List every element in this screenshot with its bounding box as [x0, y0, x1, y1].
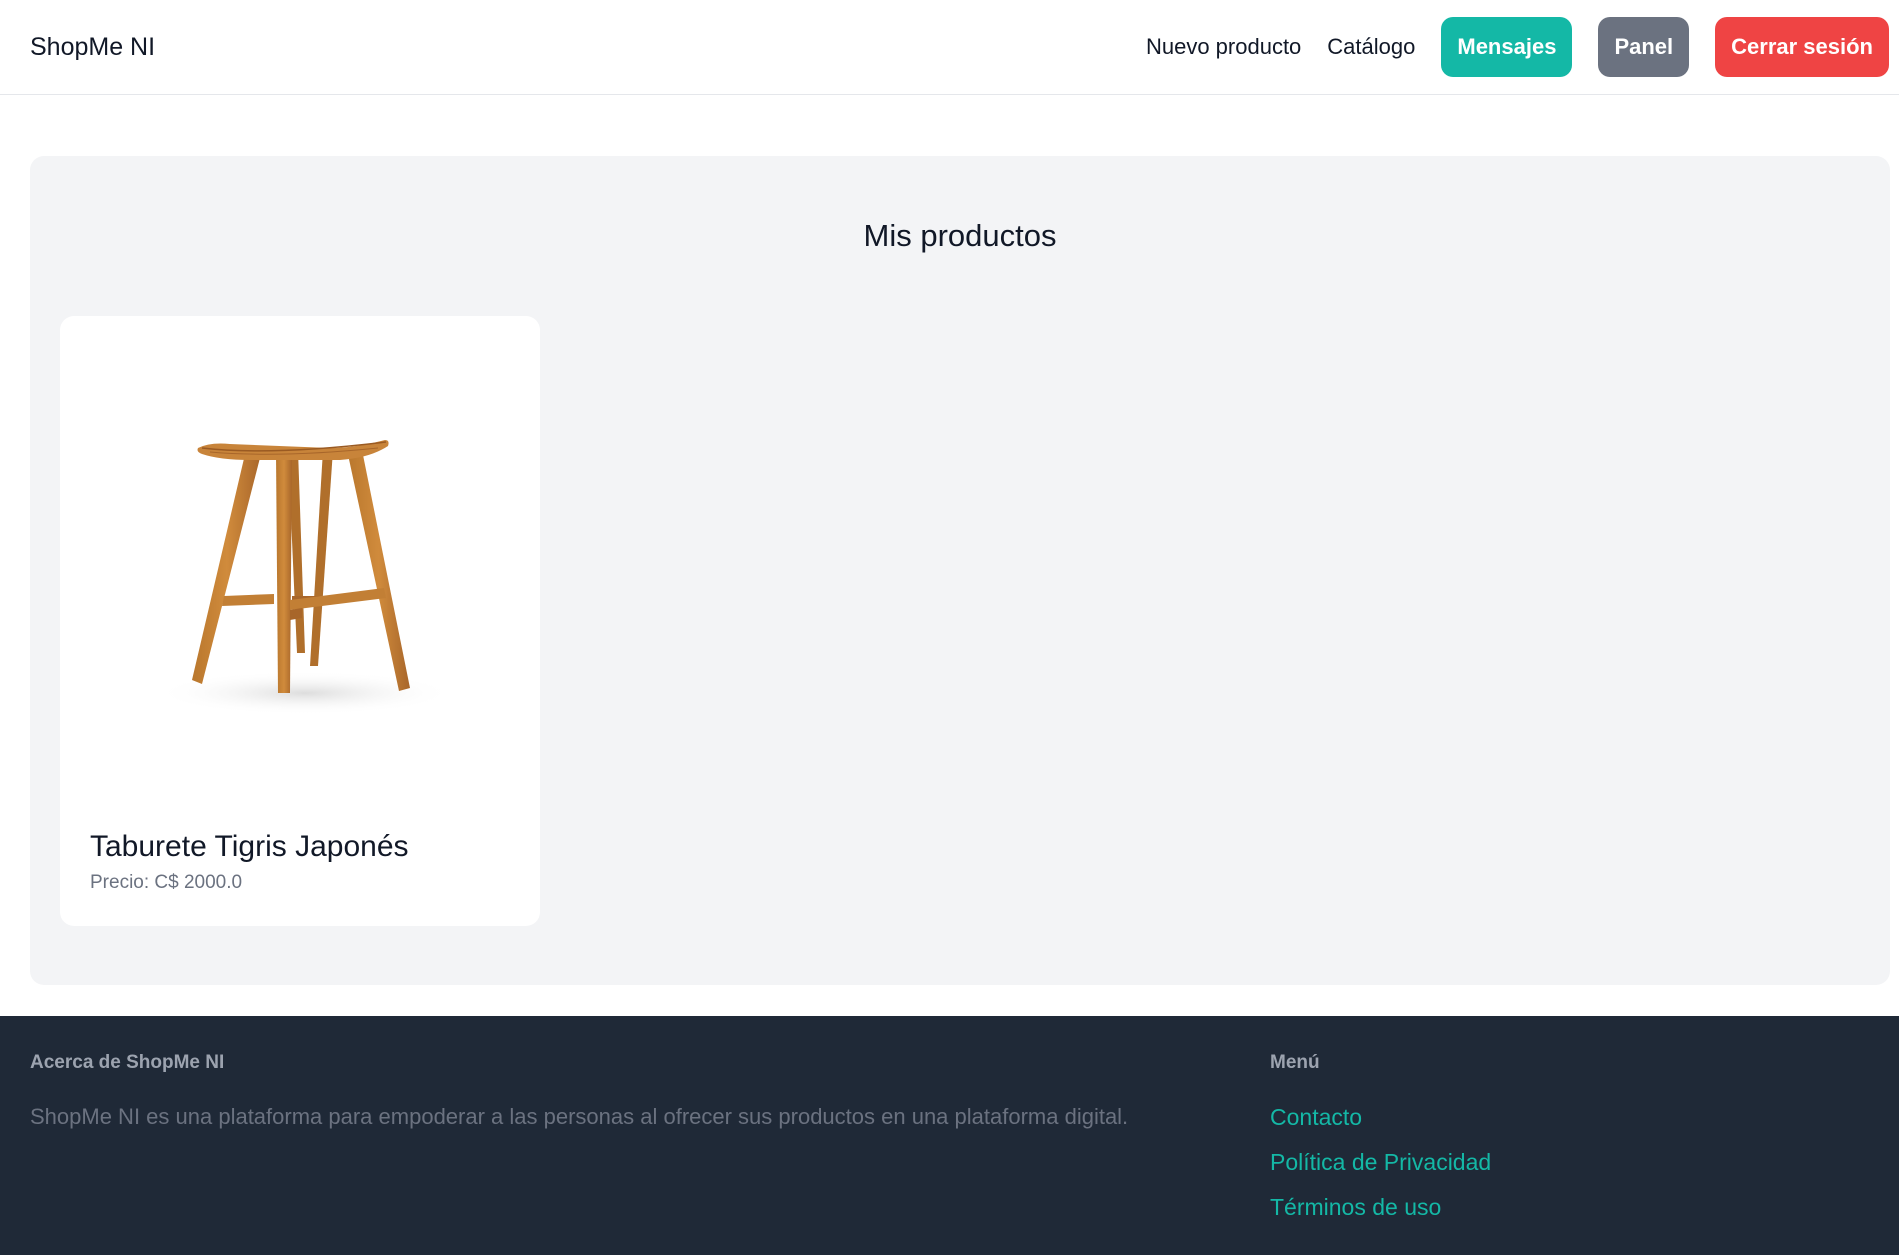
my-products-section: Mis productos Taburete Tigris Japonés Pr…	[30, 156, 1890, 985]
footer-link-contact[interactable]: Contacto	[1270, 1104, 1362, 1130]
footer-menu-item: Contacto	[1270, 1104, 1491, 1149]
footer-about-heading: Acerca de ShopMe NI	[30, 1052, 225, 1073]
brand-logo-link[interactable]: ShopMe NI	[30, 33, 155, 62]
logout-button[interactable]: Cerrar sesión	[1715, 17, 1889, 77]
footer-menu-item: Política de Privacidad	[1270, 1149, 1491, 1194]
site-footer: Acerca de ShopMe NI ShopMe NI es una pla…	[0, 1016, 1899, 1255]
top-navbar: ShopMe NI Nuevo producto Catálogo Mensaj…	[0, 0, 1899, 95]
footer-menu-item: Términos de uso	[1270, 1194, 1491, 1239]
product-image-wooden-stool	[155, 440, 455, 715]
product-price: Precio: C$ 2000.0	[90, 872, 243, 893]
panel-button[interactable]: Panel	[1598, 17, 1690, 77]
product-card[interactable]: Taburete Tigris Japonés Precio: C$ 2000.…	[60, 316, 540, 926]
main-nav: Nuevo producto Catálogo Mensajes Panel C…	[1146, 17, 1889, 77]
footer-link-terms[interactable]: Términos de uso	[1270, 1194, 1441, 1220]
nav-new-product-link[interactable]: Nuevo producto	[1146, 34, 1301, 60]
footer-menu-heading: Menú	[1270, 1052, 1320, 1073]
footer-link-privacy[interactable]: Política de Privacidad	[1270, 1149, 1491, 1175]
messages-button[interactable]: Mensajes	[1441, 17, 1573, 77]
footer-about-text: ShopMe NI es una plataforma para empoder…	[30, 1104, 1129, 1129]
page-title: Mis productos	[863, 218, 1057, 253]
nav-catalog-link[interactable]: Catálogo	[1327, 34, 1415, 60]
footer-menu-list: Contacto Política de Privacidad Términos…	[1270, 1104, 1491, 1239]
product-name[interactable]: Taburete Tigris Japonés	[90, 830, 409, 864]
